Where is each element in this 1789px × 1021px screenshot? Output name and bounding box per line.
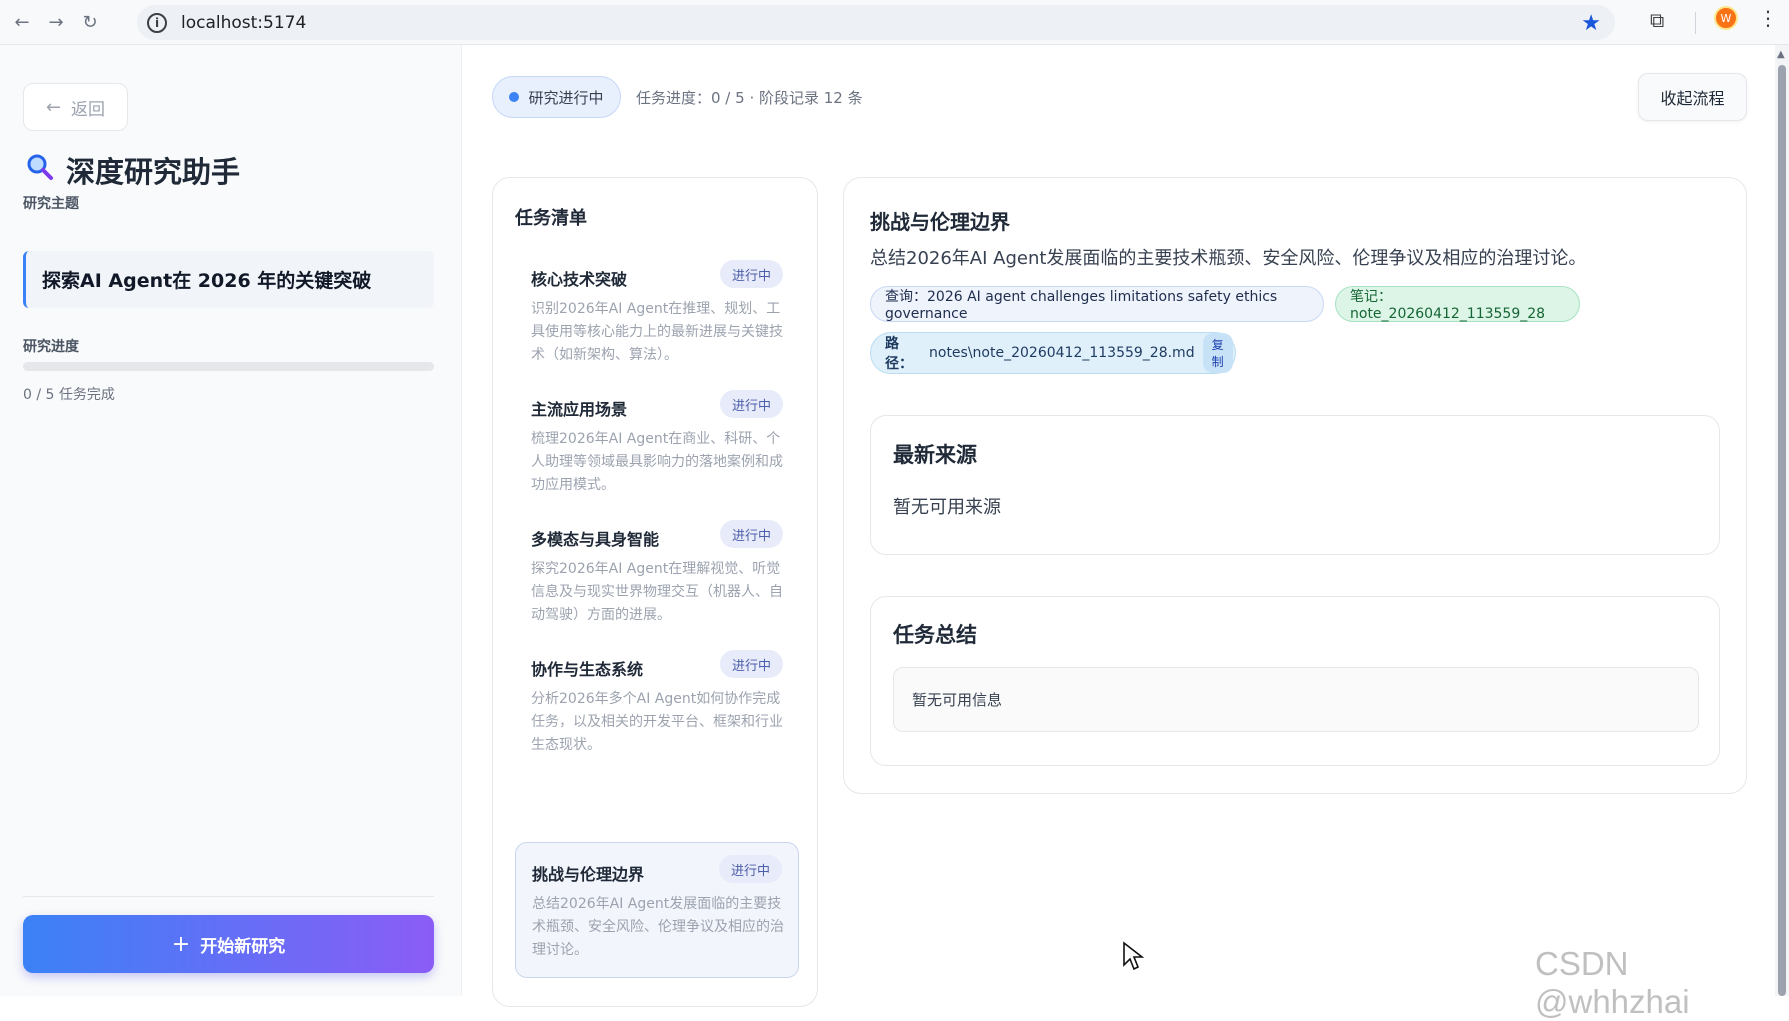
task-description: 梳理2026年AI Agent在商业、科研、个人助理等领域最具影响力的落地案例和… bbox=[531, 431, 783, 493]
site-info-icon[interactable]: i bbox=[147, 12, 167, 33]
task-status-badge: 进行中 bbox=[719, 520, 783, 548]
topic-label: 研究主题 bbox=[23, 196, 79, 212]
progress-bar bbox=[23, 362, 434, 371]
scroll-thumb[interactable] bbox=[1778, 65, 1786, 996]
status-text: 研究进行中 bbox=[528, 88, 604, 107]
profile-avatar[interactable]: W bbox=[1714, 6, 1738, 30]
forward-arrow-icon[interactable]: → bbox=[44, 10, 68, 34]
task-detail-panel: 挑战与伦理边界 总结2026年AI Agent发展面临的主要技术瓶颈、安全风险、… bbox=[843, 177, 1747, 794]
extensions-icon[interactable]: ⧉ bbox=[1650, 8, 1664, 32]
task-list-panel: 任务清单 核心技术突破 进行中 识别2026年AI Agent在推理、规划、工具… bbox=[492, 177, 818, 1007]
progress-text: 0 / 5 任务完成 bbox=[23, 387, 115, 403]
task-description: 识别2026年AI Agent在推理、规划、工具使用等核心能力上的最新进展与关键… bbox=[531, 301, 783, 363]
plus-icon: + bbox=[171, 931, 191, 957]
task-status-badge: 进行中 bbox=[719, 260, 783, 288]
arrow-left-icon: ← bbox=[45, 96, 62, 118]
task-description: 分析2026年多个AI Agent如何协作完成任务，以及相关的开发平台、框架和行… bbox=[531, 691, 783, 753]
magnifier-icon bbox=[26, 153, 54, 188]
task-name: 多模态与具身智能 bbox=[531, 530, 660, 549]
back-button-label: 返回 bbox=[71, 99, 106, 120]
scroll-up-arrow-icon[interactable]: ▲ bbox=[1777, 49, 1785, 60]
task-card-core-tech[interactable]: 核心技术突破 进行中 识别2026年AI Agent在推理、规划、工具使用等核心… bbox=[515, 248, 799, 384]
status-dot-icon bbox=[509, 92, 520, 102]
task-description: 探究2026年AI Agent在理解视觉、听觉信息及与现实世界物理交互（机器人、… bbox=[531, 561, 783, 623]
path-value: notes\note_20260412_113559_28.md bbox=[929, 345, 1195, 361]
browser-toolbar: ← → ↻ i localhost:5174 ★ ⧉ W ⋮ bbox=[0, 0, 1789, 45]
progress-label: 研究进度 bbox=[23, 339, 79, 355]
copy-path-button[interactable]: 复制 bbox=[1202, 333, 1233, 373]
mouse-cursor-icon bbox=[1122, 941, 1145, 975]
bookmark-star-icon[interactable]: ★ bbox=[1581, 11, 1601, 36]
start-new-research-button[interactable]: + 开始新研究 bbox=[23, 915, 434, 973]
detail-description: 总结2026年AI Agent发展面临的主要技术瓶颈、安全风险、伦理争议及相应的… bbox=[870, 248, 1587, 269]
task-name: 核心技术突破 bbox=[531, 270, 628, 289]
collapse-flow-button[interactable]: 收起流程 bbox=[1638, 73, 1747, 121]
task-progress-meta: 任务进度：0 / 5 · 阶段记录 12 条 bbox=[636, 89, 863, 107]
sidebar: ← 返回 深度研究助手 研究主题 探索AI Agent在 2026 年的关键突破… bbox=[0, 45, 462, 996]
task-card-applications[interactable]: 主流应用场景 进行中 梳理2026年AI Agent在商业、科研、个人助理等领域… bbox=[515, 378, 799, 514]
start-button-label: 开始新研究 bbox=[200, 936, 286, 957]
task-name: 主流应用场景 bbox=[531, 400, 628, 419]
task-card-challenges[interactable]: 挑战与伦理边界 进行中 总结2026年AI Agent发展面临的主要技术瓶颈、安… bbox=[515, 842, 799, 978]
summary-empty-text: 暂无可用信息 bbox=[893, 667, 1699, 732]
url-text[interactable]: localhost:5174 bbox=[181, 13, 306, 33]
status-badge: 研究进行中 bbox=[492, 76, 621, 118]
task-name: 挑战与伦理边界 bbox=[532, 865, 645, 884]
topic-value: 探索AI Agent在 2026 年的关键突破 bbox=[23, 251, 434, 308]
page-scrollbar[interactable]: ▲ bbox=[1775, 45, 1789, 996]
task-status-badge: 进行中 bbox=[719, 650, 783, 678]
detail-title: 挑战与伦理边界 bbox=[870, 210, 1010, 234]
app-title-text: 深度研究助手 bbox=[66, 155, 241, 189]
sidebar-divider bbox=[23, 896, 434, 897]
task-summary-card: 任务总结 暂无可用信息 bbox=[870, 596, 1720, 766]
browser-menu-icon[interactable]: ⋮ bbox=[1758, 6, 1778, 30]
task-card-collaboration[interactable]: 协作与生态系统 进行中 分析2026年多个AI Agent如何协作完成任务，以及… bbox=[515, 638, 799, 774]
sources-empty-text: 暂无可用来源 bbox=[893, 497, 1001, 518]
watermark: CSDN @whhzhai bbox=[1535, 945, 1690, 1020]
latest-sources-card: 最新来源 暂无可用来源 bbox=[870, 415, 1720, 555]
toolbar-divider bbox=[1695, 12, 1696, 34]
task-description: 总结2026年AI Agent发展面临的主要技术瓶颈、安全风险、伦理争议及相应的… bbox=[532, 896, 784, 958]
path-chip: 路径： notes\note_20260412_113559_28.md 复制 bbox=[870, 332, 1236, 374]
reload-icon[interactable]: ↻ bbox=[78, 10, 102, 34]
back-arrow-icon[interactable]: ← bbox=[10, 10, 34, 34]
task-status-badge: 进行中 bbox=[719, 390, 783, 418]
task-name: 协作与生态系统 bbox=[531, 660, 644, 679]
path-label: 路径： bbox=[885, 336, 913, 372]
task-list-title: 任务清单 bbox=[515, 208, 587, 229]
app-title: 深度研究助手 bbox=[26, 149, 240, 191]
sources-title: 最新来源 bbox=[893, 443, 977, 467]
back-button[interactable]: ← 返回 bbox=[23, 83, 128, 131]
address-bar[interactable]: i localhost:5174 ★ bbox=[137, 5, 1615, 40]
note-chip: 笔记：note_20260412_113559_28 bbox=[1335, 286, 1580, 322]
query-chip: 查询：2026 AI agent challenges limitations … bbox=[870, 286, 1324, 322]
summary-title: 任务总结 bbox=[893, 623, 977, 647]
task-card-multimodal[interactable]: 多模态与具身智能 进行中 探究2026年AI Agent在理解视觉、听觉信息及与… bbox=[515, 508, 799, 644]
task-status-badge: 进行中 bbox=[718, 855, 782, 883]
